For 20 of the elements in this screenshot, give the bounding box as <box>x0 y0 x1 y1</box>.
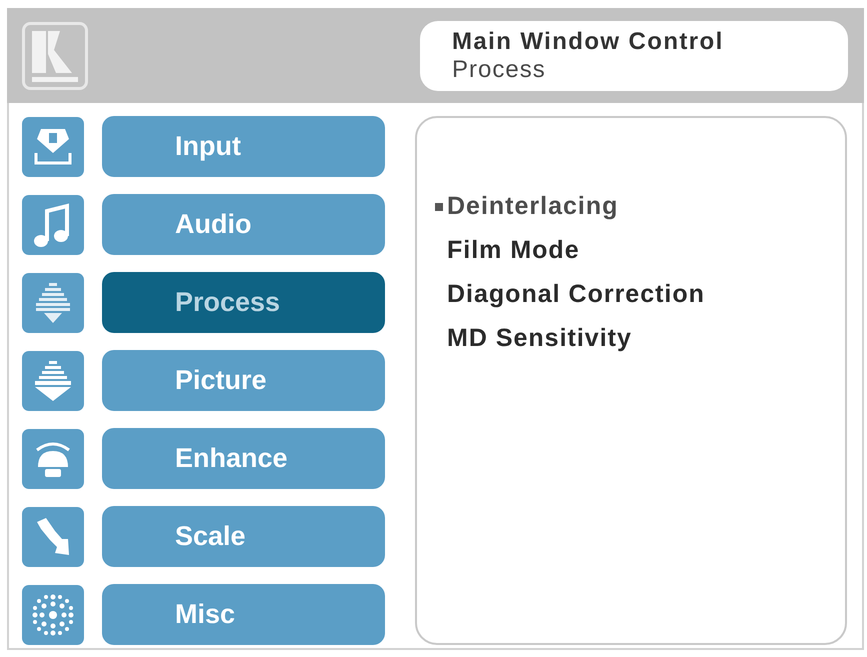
window-title: Main Window Control <box>452 28 725 56</box>
menu-item[interactable]: Film Mode <box>435 229 580 273</box>
dome-icon <box>22 428 84 488</box>
menu-item[interactable]: MD Sensitivity <box>435 317 632 361</box>
bullet-icon <box>435 203 443 211</box>
dotted-snowflake-icon <box>22 584 84 644</box>
logo-icon <box>22 22 88 90</box>
menu-item[interactable]: Deinterlacing <box>435 185 618 229</box>
menu-button[interactable]: Scale <box>102 506 385 567</box>
menu-button[interactable]: Picture <box>102 350 385 411</box>
menu-button[interactable]: Enhance <box>102 428 385 489</box>
menu-item[interactable]: Diagonal Correction <box>435 273 705 317</box>
section-title: Process <box>452 56 547 84</box>
music-note-icon <box>22 194 84 254</box>
menu-button[interactable]: Input <box>102 116 385 177</box>
menu-button[interactable]: Audio <box>102 194 385 255</box>
menu-button[interactable]: Process <box>102 272 385 333</box>
menu-button[interactable]: Misc <box>102 584 385 645</box>
striped-cone-icon <box>22 350 84 410</box>
striped-cone-icon <box>22 272 84 332</box>
